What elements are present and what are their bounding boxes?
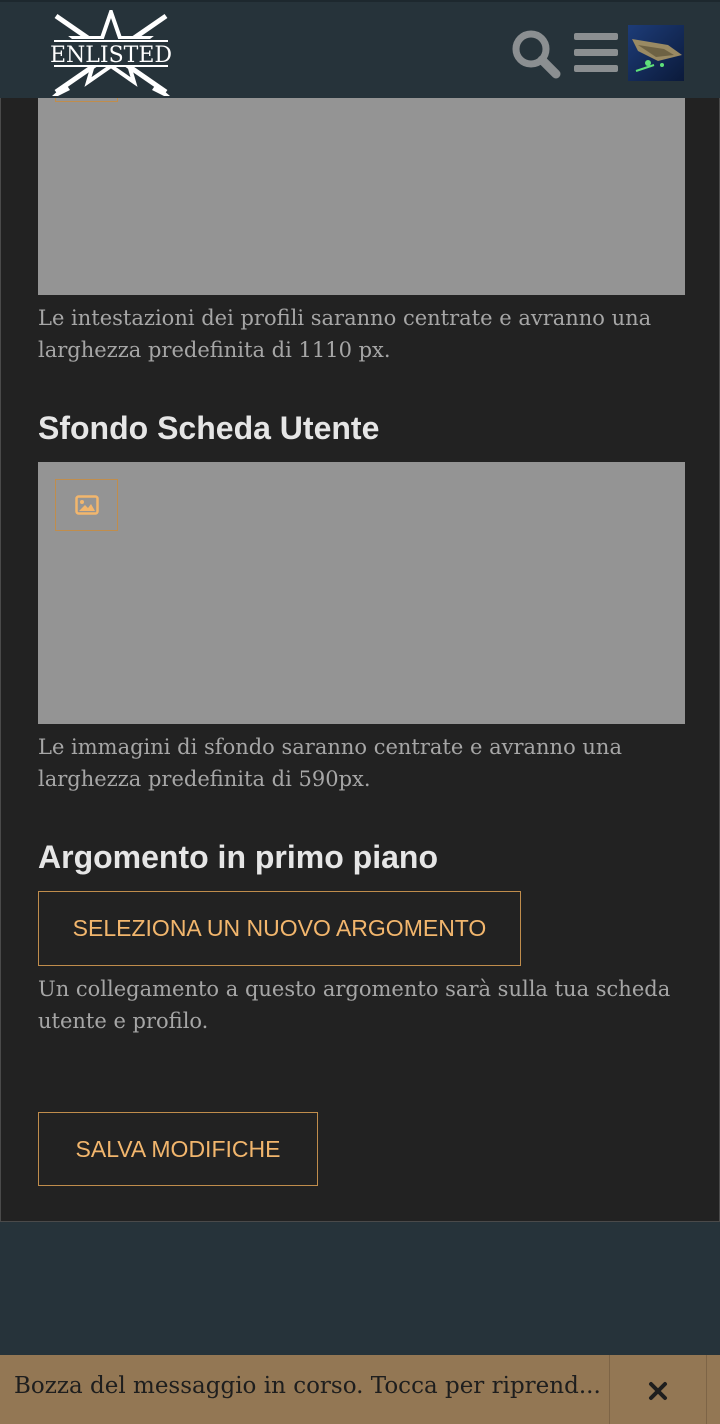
hamburger-menu-icon[interactable] <box>574 33 618 73</box>
user-card-background-upload-button[interactable] <box>55 479 118 531</box>
draft-resume-bar[interactable]: Bozza del messaggio in corso. Tocca per … <box>0 1355 720 1424</box>
user-card-background-title: Sfondo Scheda Utente <box>38 410 380 446</box>
user-card-background-help-text: Le immagini di sfondo saranno centrate e… <box>38 735 622 791</box>
draft-divider <box>609 1355 610 1424</box>
close-icon[interactable] <box>640 1373 676 1409</box>
featured-topic-help-text: Un collegamento a questo argomento sarà … <box>38 977 671 1033</box>
select-new-topic-button[interactable]: SELEZIONA UN NUOVO ARGOMENTO <box>38 891 521 966</box>
main-content: Le intestazioni dei profili saranno cent… <box>0 0 720 1222</box>
featured-topic-title: Argomento in primo piano <box>38 839 438 875</box>
user-card-background-image-area[interactable] <box>38 462 685 724</box>
draft-message-text[interactable]: Bozza del messaggio in corso. Tocca per … <box>14 1373 601 1399</box>
logo-text: ENLISTED <box>50 43 172 68</box>
profile-header-help-text: Le intestazioni dei profili saranno cent… <box>38 306 652 362</box>
enlisted-logo[interactable]: ENLISTED <box>50 5 172 96</box>
site-header: ENLISTED <box>0 0 720 98</box>
save-changes-button[interactable]: SALVA MODIFICHE <box>38 1112 318 1186</box>
search-icon[interactable] <box>510 28 562 80</box>
draft-edge-divider <box>706 1355 707 1424</box>
user-avatar[interactable] <box>628 25 684 81</box>
image-icon <box>74 495 99 515</box>
page: Le intestazioni dei profili saranno cent… <box>0 0 720 1424</box>
